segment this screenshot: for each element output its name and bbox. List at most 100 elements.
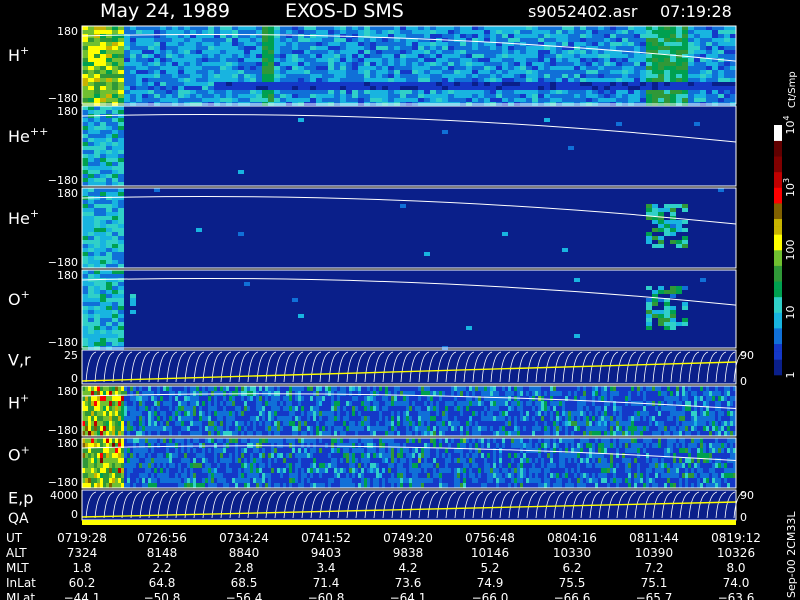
ephemeris-cell: −65.7 xyxy=(636,591,673,600)
ephemeris-cell: 8148 xyxy=(147,546,178,560)
y2-tick-max: 90 xyxy=(740,489,754,502)
ephemeris-cell: −66.0 xyxy=(472,591,509,600)
panel-label: V,r xyxy=(8,350,31,369)
qa-label: QA xyxy=(8,511,29,527)
ephemeris-cell: 71.4 xyxy=(313,576,340,590)
ephemeris-cell: −60.8 xyxy=(308,591,345,600)
colorbar-cell xyxy=(774,187,782,196)
y-tick-max: 180 xyxy=(57,385,78,398)
y2-tick-min: 0 xyxy=(740,511,747,524)
panel-background xyxy=(82,188,736,268)
ephemeris-cell: −66.6 xyxy=(554,591,591,600)
colorbar-cell xyxy=(774,226,782,235)
ephemeris-cell: 1.8 xyxy=(72,561,91,575)
y-tick-max: 4000 xyxy=(50,489,78,502)
ephemeris-cell: 3.4 xyxy=(316,561,335,575)
ephemeris-cell: −56.4 xyxy=(226,591,263,600)
ephemeris-cell: 64.8 xyxy=(149,576,176,590)
panel-h-plus-2: H+ 180 −180 xyxy=(8,385,737,437)
ephemeris-cell: 68.5 xyxy=(231,576,258,590)
colorbar-cell xyxy=(774,351,782,360)
header-file: s9052402.asr xyxy=(528,2,638,21)
panel-o-plus: O+ 180 −180 xyxy=(8,269,737,350)
ephemeris-cell: 75.5 xyxy=(559,576,586,590)
ephemeris-row-label: MLT xyxy=(6,561,29,575)
colorbar-cell xyxy=(774,257,782,266)
ephemeris-cell: 0819:12 xyxy=(711,531,761,545)
panel-background xyxy=(82,350,736,384)
colorbar-cell xyxy=(774,164,782,173)
panel-label: O+ xyxy=(8,288,30,309)
colorbar-cell xyxy=(774,171,782,180)
ephemeris-cell: 9838 xyxy=(393,546,424,560)
ephemeris-cell: −63.6 xyxy=(718,591,755,600)
y-tick-min: 0 xyxy=(71,508,78,521)
colorbar-cell xyxy=(774,281,782,290)
ephemeris-cell: −50.8 xyxy=(144,591,181,600)
panel-label: He+ xyxy=(8,207,39,228)
ephemeris-cell: 10390 xyxy=(635,546,673,560)
spectrogram-texture xyxy=(82,438,736,488)
colorbar-cell xyxy=(774,367,782,376)
ephemeris-cell: 74.9 xyxy=(477,576,504,590)
panel-background xyxy=(82,490,736,520)
ephemeris-cell: 7.2 xyxy=(644,561,663,575)
colorbar-tick: 10 xyxy=(784,306,797,320)
y-tick-max: 180 xyxy=(57,187,78,200)
colorbar-cell xyxy=(774,328,782,337)
y-tick-min: 0 xyxy=(71,372,78,385)
colorbar-cell xyxy=(774,273,782,282)
ephemeris-cell: 10326 xyxy=(717,546,755,560)
colorbar-tick: 1 xyxy=(784,372,797,379)
y2-tick-max: 90 xyxy=(740,349,754,362)
header-time: 07:19:28 xyxy=(660,2,732,21)
ephemeris-row-label: MLat xyxy=(6,591,35,600)
panel-h-plus: H+ 180 −180 xyxy=(8,25,737,106)
panel-stack: H+180−180He++180−180He+180−180O+180−180V… xyxy=(8,25,754,524)
ephemeris-cell: 0811:44 xyxy=(629,531,679,545)
ephemeris-cell: 10146 xyxy=(471,546,509,560)
header-date: May 24, 1989 xyxy=(100,0,230,22)
y-tick-min: −180 xyxy=(48,256,78,269)
panel-ep: E,p 4000 0 90 0 xyxy=(8,489,754,525)
panel-background xyxy=(82,106,736,186)
colorbar-cell xyxy=(774,265,782,274)
ephemeris-cell: 0726:56 xyxy=(137,531,187,545)
ephemeris-cell: 2.2 xyxy=(152,561,171,575)
qa-bar xyxy=(82,520,736,525)
ephemeris-cell: 0804:16 xyxy=(547,531,597,545)
colorbar-cell xyxy=(774,359,782,368)
ephemeris-row-label: InLat xyxy=(6,576,36,590)
ephemeris-cell: 73.6 xyxy=(395,576,422,590)
colorbar-cell xyxy=(774,179,782,188)
ephemeris-cell: 2.8 xyxy=(234,561,253,575)
panel-background xyxy=(82,270,736,348)
y-tick-min: −180 xyxy=(48,476,78,489)
panel-label-sup: + xyxy=(21,288,30,301)
colorbar-cell xyxy=(774,140,782,149)
colorbar-cell xyxy=(774,148,782,157)
exos-d-sms-chart: May 24, 1989 EXOS-D SMS s9052402.asr 07:… xyxy=(6,0,798,600)
ephemeris-cell: 0756:48 xyxy=(465,531,515,545)
panel-label-sup: + xyxy=(21,444,30,457)
ephemeris-cell: 4.2 xyxy=(398,561,417,575)
panel-he-plus: He+ 180 −180 xyxy=(8,187,737,269)
ephemeris-cell: 8.0 xyxy=(726,561,745,575)
ephemeris-cell: 0734:24 xyxy=(219,531,269,545)
ephemeris-row-label: UT xyxy=(6,531,23,545)
colorbar-cell xyxy=(774,304,782,313)
ephemeris-cell: 0719:28 xyxy=(57,531,107,545)
ephemeris-cell: 10330 xyxy=(553,546,591,560)
ephemeris-cell: 5.2 xyxy=(480,561,499,575)
y-tick-max: 180 xyxy=(57,269,78,282)
y-tick-min: −180 xyxy=(48,424,78,437)
panel-o-plus-2: O+ 180 −180 xyxy=(8,437,737,489)
ephemeris-cell: 0749:20 xyxy=(383,531,433,545)
panel-label: H+ xyxy=(8,392,29,413)
panel-label-sup: ++ xyxy=(30,125,48,138)
ephemeris-cell: 0741:52 xyxy=(301,531,351,545)
colorbar-cell xyxy=(774,132,782,141)
colorbar-cell xyxy=(774,203,782,212)
panel-label-sup: + xyxy=(20,392,29,405)
colorbar-cell xyxy=(774,195,782,204)
